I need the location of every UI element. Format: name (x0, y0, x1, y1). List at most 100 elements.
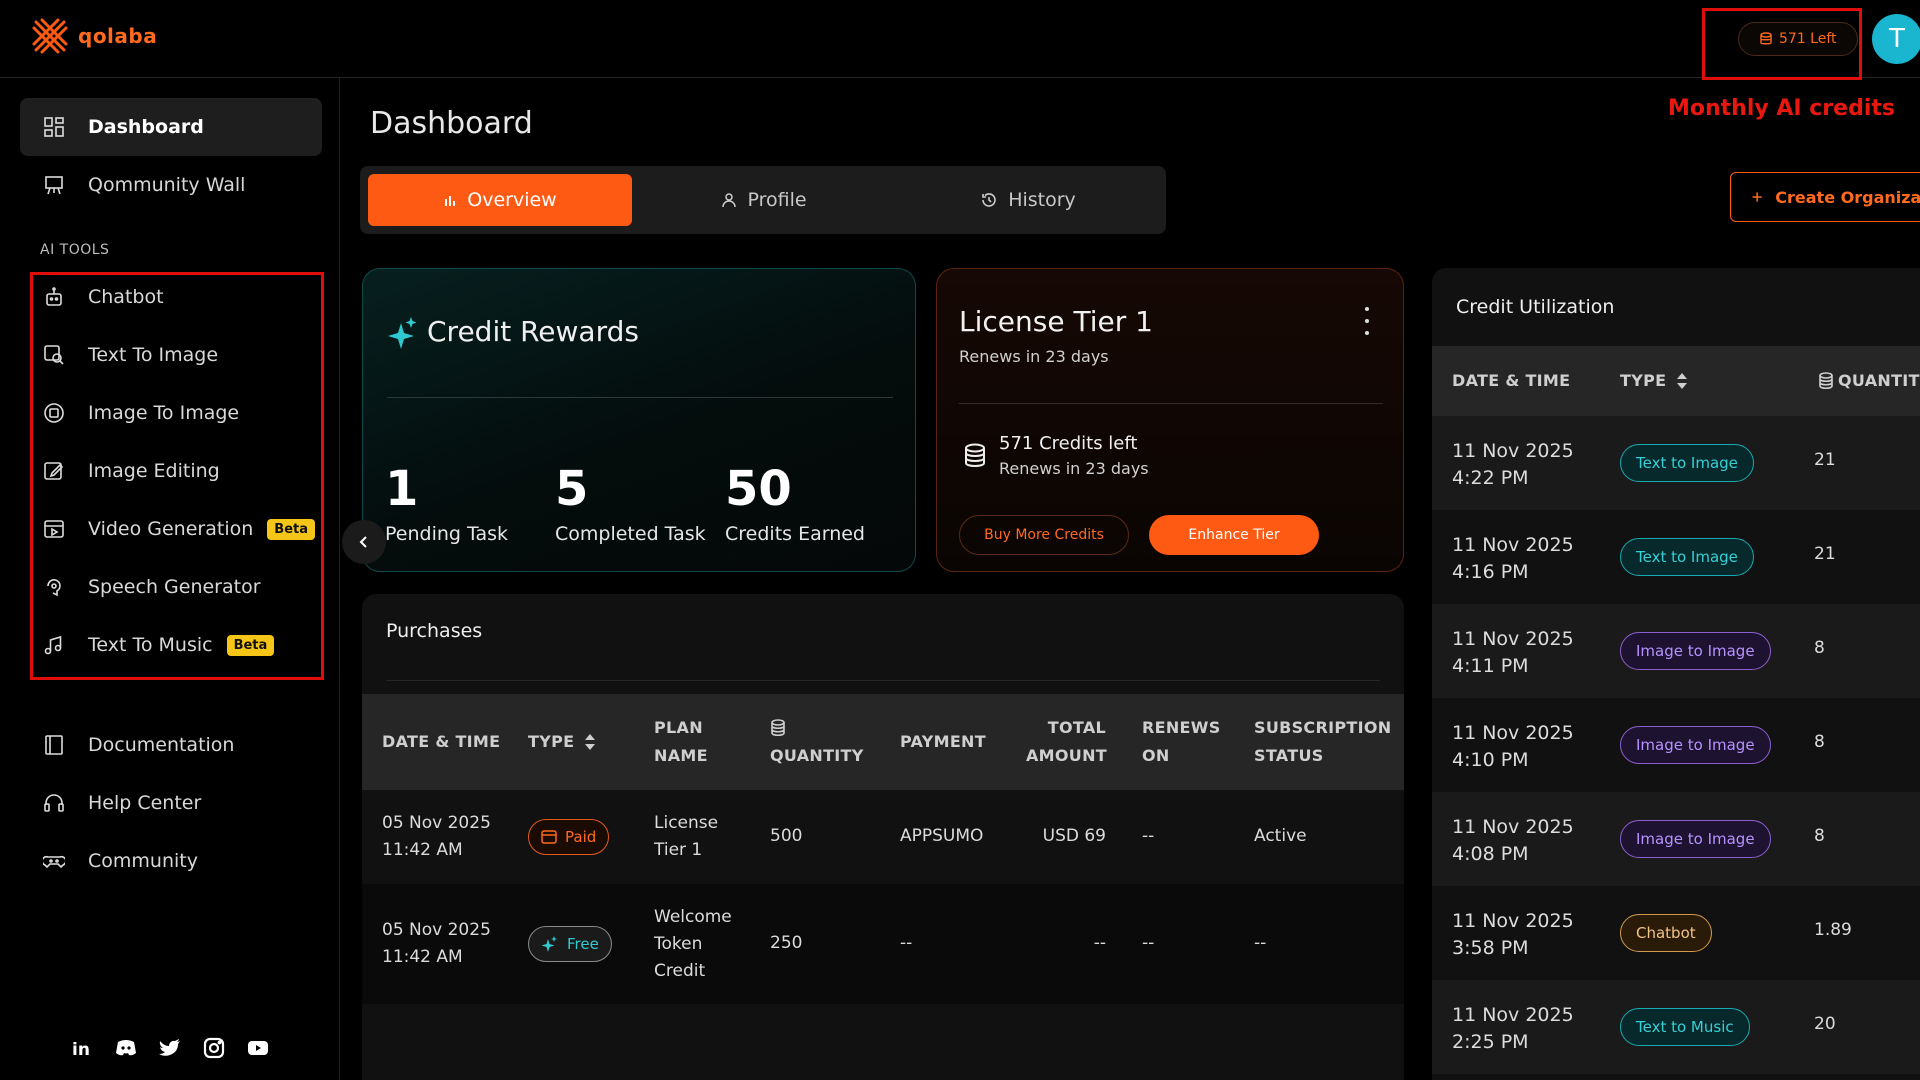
sidebar-item-community[interactable]: Community (20, 832, 322, 890)
rewards-title: Credit Rewards (427, 315, 639, 348)
sidebar-item-help-center[interactable]: Help Center (20, 774, 322, 832)
table-row: 11 Nov 2025 4:16 PM Text to Image 21 (1432, 510, 1920, 604)
type-pill: Image to Image (1620, 726, 1771, 764)
svg-text:in: in (72, 1040, 90, 1059)
credit-utilization-card: Credit Utilization DATE & TIME TYPE QUAN… (1432, 268, 1920, 1080)
database-icon (965, 443, 985, 467)
column-header-line: PLAN (654, 718, 703, 737)
license-renews: Renews in 23 days (959, 347, 1109, 366)
sidebar-item-label: Dashboard (88, 116, 204, 138)
youtube-icon[interactable] (246, 1036, 270, 1060)
buy-more-credits-button[interactable]: Buy More Credits (959, 515, 1129, 555)
type-pill: Text to Music (1620, 1008, 1750, 1046)
kebab-menu-icon[interactable] (1357, 307, 1377, 335)
chevron-left-icon (359, 536, 367, 548)
pill-label: Paid (565, 828, 597, 846)
sparkle-icon (388, 317, 417, 349)
cell-line: Token (654, 934, 703, 954)
stat-credits-earned: 50 Credits Earned (725, 461, 865, 545)
cell-date: 05 Nov 2025 11:42 AM (382, 810, 491, 864)
utilization-table-header: DATE & TIME TYPE QUANTITY (1432, 346, 1920, 416)
cell-plan-name: Welcome Token Credit (654, 904, 732, 985)
cell-quantity: 250 (770, 933, 803, 953)
cell-renews-on: -- (1142, 933, 1155, 953)
cell-date-line: 11 Nov 2025 (1452, 534, 1574, 556)
purchases-table-header: DATE & TIME TYPE PLAN NAME QUANTITY PAYM… (362, 694, 1404, 790)
stat-pending-task: 1 Pending Task (385, 461, 508, 545)
create-organization-button[interactable]: Create Organizat (1730, 172, 1920, 222)
cell-quantity: 8 (1814, 826, 1825, 846)
cell-renews-on: -- (1142, 826, 1155, 846)
column-header-date: DATE & TIME (1452, 371, 1571, 390)
cell-total-amount: -- (1093, 933, 1106, 953)
history-icon (982, 193, 996, 207)
cell-payment: APPSUMO (900, 826, 984, 846)
tab-bar: Overview Profile History (360, 166, 1166, 234)
board-icon (42, 173, 66, 197)
column-header-line: STATUS (1254, 746, 1324, 765)
cell-date: 11 Nov 2025 2:25 PM (1452, 1002, 1574, 1056)
column-header-date: DATE & TIME (382, 732, 501, 751)
cell-date: 11 Nov 2025 4:10 PM (1452, 720, 1574, 774)
tab-overview[interactable]: Overview (368, 174, 632, 226)
stat-label: Credits Earned (725, 523, 865, 545)
section-label-ai-tools: AI TOOLS (40, 242, 110, 258)
logo[interactable]: qolaba (30, 16, 157, 56)
tab-label: Overview (467, 189, 557, 211)
annotation-label: Monthly AI credits (1668, 96, 1895, 121)
discord-icon[interactable] (114, 1036, 138, 1060)
collapse-sidebar-button[interactable] (342, 520, 386, 564)
license-credits-renews: Renews in 23 days (999, 459, 1149, 478)
sort-icon (585, 734, 596, 750)
enhance-tier-button[interactable]: Enhance Tier (1149, 515, 1319, 555)
column-header-line: NAME (654, 746, 708, 765)
cell-date-line: 11 Nov 2025 (1452, 722, 1574, 744)
sidebar-item-label: Community (88, 850, 198, 872)
cell-subscription-status: Active (1254, 826, 1307, 846)
qolaba-logo-icon (32, 18, 68, 54)
avatar[interactable]: T (1872, 14, 1920, 64)
database-icon (1819, 372, 1833, 390)
sidebar-item-documentation[interactable]: Documentation (20, 716, 322, 774)
column-header-type[interactable]: TYPE (1620, 367, 1688, 395)
sidebar-item-qommunity-wall[interactable]: Qommunity Wall (20, 156, 322, 214)
column-header-quantity: QUANTITY (770, 714, 864, 770)
cell-plan-name: License Tier 1 (654, 810, 718, 864)
cell-date-line: 11 Nov 2025 (1452, 816, 1574, 838)
sidebar-item-label: Qommunity Wall (88, 174, 246, 196)
sidebar-item-label: Documentation (88, 734, 235, 756)
avatar-initial: T (1889, 24, 1905, 54)
plus-icon (1752, 192, 1762, 202)
tab-label: History (1008, 189, 1076, 211)
linkedin-icon[interactable]: in (70, 1036, 94, 1060)
column-header-quantity: QUANTITY (1818, 367, 1920, 395)
sidebar-item-label: Help Center (88, 792, 202, 814)
annotation-highlight-credits (1702, 8, 1862, 80)
user-icon (722, 193, 737, 208)
table-row: 11 Nov 2025 2:25 PM Text to Music 20 (1432, 980, 1920, 1074)
create-button-label: Create Organizat (1775, 187, 1920, 207)
cell-time-line: 4:11 PM (1452, 655, 1529, 677)
twitter-icon[interactable] (158, 1036, 182, 1060)
cell-quantity: 1.89 (1814, 920, 1852, 940)
column-header-type[interactable]: TYPE (528, 728, 596, 756)
cell-line: License (654, 813, 719, 833)
cell-date: 11 Nov 2025 4:11 PM (1452, 626, 1574, 680)
tab-profile[interactable]: Profile (632, 174, 896, 226)
table-row: 11 Nov 2025 4:11 PM Image to Image 8 (1432, 604, 1920, 698)
table-row: 11 Nov 2025 3:58 PM Chatbot 1.89 (1432, 886, 1920, 980)
type-pill-free: Free (528, 926, 612, 962)
column-header-renews-on: RENEWS ON (1142, 714, 1221, 770)
cell-quantity: 8 (1814, 732, 1825, 752)
cell-payment: -- (900, 933, 913, 953)
stat-completed-task: 5 Completed Task (555, 461, 706, 545)
tab-history[interactable]: History (896, 174, 1160, 226)
type-pill: Text to Image (1620, 444, 1754, 482)
type-pill-paid: Paid (528, 819, 610, 855)
cell-line: Tier 1 (654, 840, 703, 860)
instagram-icon[interactable] (202, 1036, 226, 1060)
sidebar-item-dashboard[interactable]: Dashboard (20, 98, 322, 156)
stat-value: 5 (555, 461, 589, 517)
cell-date: 11 Nov 2025 4:16 PM (1452, 532, 1574, 586)
divider (386, 680, 1380, 681)
